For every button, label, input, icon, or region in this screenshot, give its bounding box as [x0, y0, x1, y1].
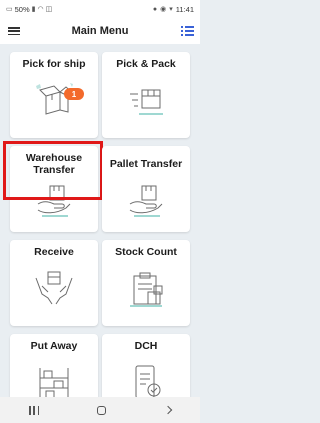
- menu-card-label: Put Away: [30, 340, 78, 352]
- back-icon[interactable]: [163, 405, 173, 415]
- menu-card-pallet-transfer[interactable]: Pallet Transfer: [102, 146, 190, 232]
- status-left: ▭ 50% ▮ ◠ ◫: [6, 5, 52, 14]
- pending-count-badge: 1: [64, 88, 84, 100]
- alarm-icon: ◉: [160, 5, 167, 13]
- hands-box-icon: [129, 185, 163, 217]
- box-move-icon: [130, 89, 163, 115]
- account-icon: ●: [152, 5, 158, 13]
- menu-card-receive[interactable]: Receive: [10, 240, 98, 326]
- hands-box-icon: [37, 185, 71, 217]
- clock: 11:41: [175, 4, 194, 14]
- phone-check-icon: [135, 365, 161, 399]
- menu-card-label: Warehouse Transfer: [25, 152, 83, 176]
- menu-card-label: DCH: [134, 340, 158, 352]
- list-view-icon[interactable]: [181, 25, 194, 37]
- menu-card-label: Pick for ship: [22, 58, 86, 70]
- clipboard-boxes-icon: [130, 272, 163, 307]
- menu-card-label: Stock Count: [115, 246, 177, 258]
- menu-card-stock-count[interactable]: Stock Count: [102, 240, 190, 326]
- menu-card-label: Receive: [34, 246, 74, 258]
- page-title: Main Menu: [71, 25, 129, 37]
- menu-card-pick-for-ship[interactable]: Pick for ship 1: [10, 52, 98, 138]
- status-right: ● ◉ ▾ 11:41: [153, 5, 194, 14]
- system-nav-bar: [0, 397, 200, 423]
- battery-icon: ▭: [6, 5, 13, 13]
- recent-apps-icon[interactable]: [29, 405, 40, 415]
- home-icon[interactable]: [97, 405, 107, 415]
- status-bar: ▭ 50% ▮ ◠ ◫ ● ◉ ▾ 11:41: [0, 0, 200, 18]
- receive-hands-icon: [35, 271, 73, 305]
- menu-grid: Pick for ship 1 Pick & Pack Warehouse Tr…: [3, 52, 190, 420]
- hamburger-menu-icon[interactable]: [8, 25, 20, 37]
- wifi-icon: ◠: [37, 5, 44, 13]
- download-icon: ▾: [169, 5, 173, 13]
- signal-icon: ▮: [31, 5, 36, 13]
- notification-icon: ◫: [45, 5, 53, 13]
- menu-card-label: Pallet Transfer: [109, 158, 183, 170]
- box-open-icon: [36, 83, 73, 115]
- app-bar: Main Menu: [0, 18, 200, 44]
- menu-card-label: Pick & Pack: [116, 58, 176, 70]
- battery-percent: 50%: [14, 4, 30, 14]
- menu-card-warehouse-transfer[interactable]: Warehouse Transfer: [3, 141, 103, 232]
- shelf-icon: [39, 368, 69, 400]
- menu-card-pick-and-pack[interactable]: Pick & Pack: [102, 52, 190, 138]
